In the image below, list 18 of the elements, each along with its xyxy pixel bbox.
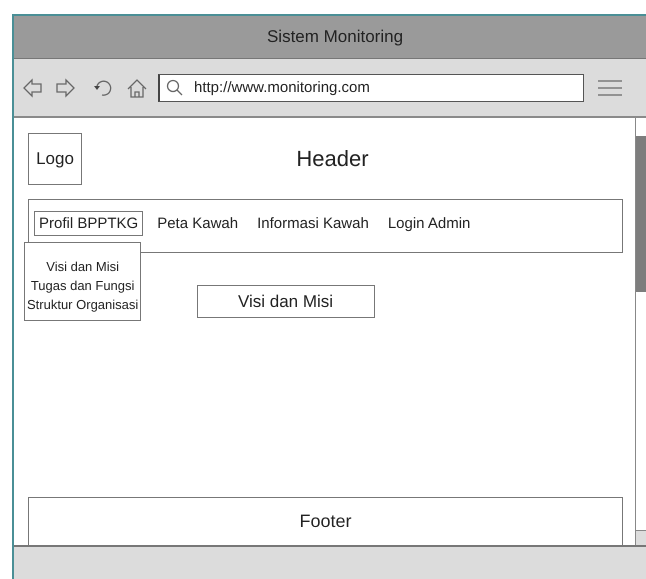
menu-item[interactable]: Struktur Organisasi — [27, 295, 138, 314]
menu-item[interactable]: Tugas dan Fungsi — [30, 276, 134, 295]
nav-link[interactable]: Login Admin — [382, 211, 476, 236]
search-icon — [166, 78, 184, 96]
menu-icon[interactable] — [598, 78, 622, 96]
address-field[interactable]: http://www.monitoring.com — [158, 74, 584, 102]
scrollbar[interactable] — [635, 118, 646, 545]
logo: Logo — [28, 133, 82, 185]
nav-link[interactable]: Peta Kawah — [152, 211, 244, 236]
back-icon[interactable] — [22, 76, 44, 98]
menu-item[interactable]: Visi dan Misi — [46, 257, 119, 276]
home-icon[interactable] — [126, 76, 148, 98]
content-button[interactable]: Visi dan Misi — [196, 285, 374, 318]
page-header: Header — [295, 146, 370, 172]
nav-link[interactable]: Informasi Kawah — [252, 211, 374, 236]
forward-icon[interactable] — [54, 76, 76, 98]
window-title: Sistem Monitoring — [266, 27, 404, 47]
nav-link[interactable]: Profil BPPTKG — [34, 211, 144, 236]
